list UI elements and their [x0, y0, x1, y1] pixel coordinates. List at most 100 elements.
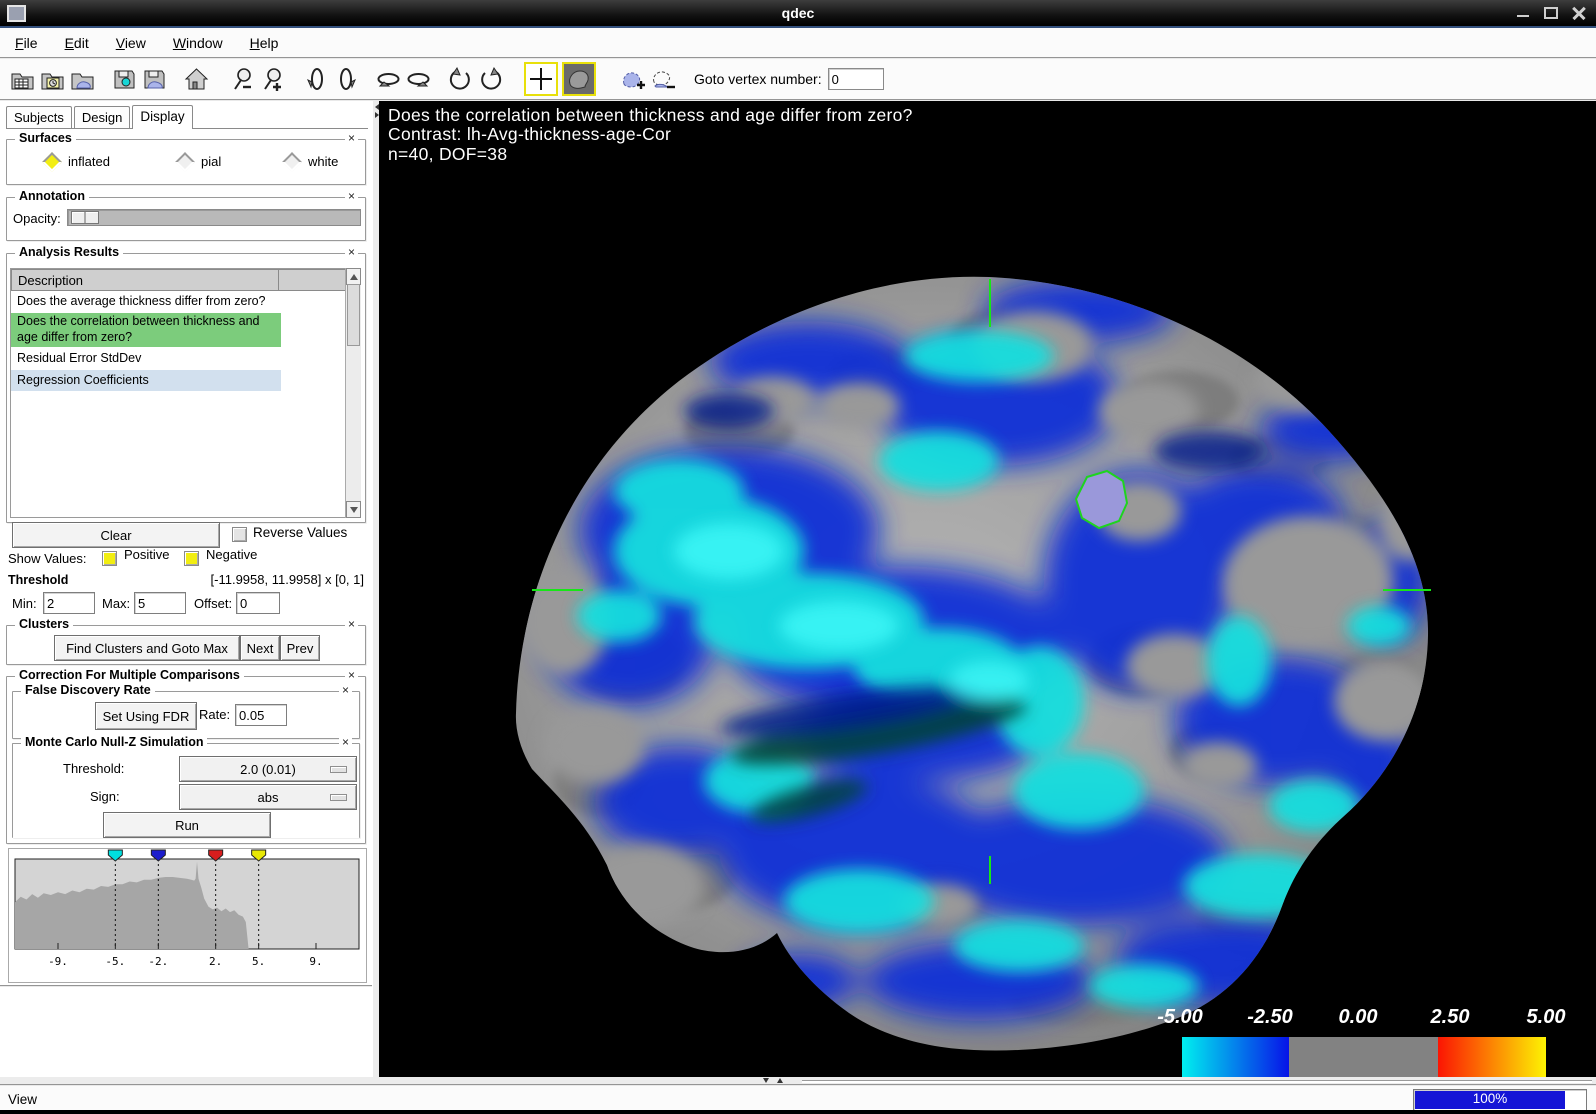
brain-render[interactable] — [379, 101, 1596, 1077]
open-label-icon[interactable] — [68, 65, 96, 93]
save-label-icon[interactable] — [140, 65, 168, 93]
window-title: qdec — [0, 5, 1596, 21]
zoom-in-icon[interactable] — [260, 65, 288, 93]
opacity-label: Opacity: — [13, 211, 61, 226]
positive-label[interactable]: Positive — [124, 547, 170, 562]
menu-help[interactable]: Help — [250, 35, 279, 51]
analysis-row[interactable]: Regression Coefficients — [11, 370, 281, 391]
menu-file[interactable]: File — [15, 35, 38, 51]
panel-divider — [0, 985, 372, 987]
offset-input[interactable] — [236, 592, 280, 614]
mc-threshold-dropdown[interactable]: 2.0 (0.01) — [179, 756, 357, 782]
next-button[interactable]: Next — [240, 635, 280, 661]
close-group-icon[interactable] — [345, 245, 358, 259]
add-selection-icon[interactable] — [618, 65, 646, 93]
surface-option-white[interactable]: white — [308, 154, 338, 169]
surfaces-group: Surfaces inflated pial white — [6, 139, 366, 185]
close-group-icon[interactable] — [345, 131, 358, 145]
rate-input[interactable] — [235, 704, 287, 726]
colorbar-label: 2.50 — [1431, 1006, 1470, 1029]
menu-edit[interactable]: Edit — [65, 35, 89, 51]
run-button[interactable]: Run — [103, 812, 271, 838]
offset-label: Offset: — [194, 596, 232, 611]
threshold-range: [-11.9958, 11.9958] x [0, 1] — [211, 572, 364, 587]
maximize-icon[interactable] — [1544, 7, 1558, 19]
min-input[interactable] — [43, 592, 95, 614]
goto-vertex-input[interactable] — [828, 68, 884, 90]
scroll-thumb[interactable] — [347, 284, 360, 346]
analysis-row[interactable]: Does the average thickness differ from z… — [11, 291, 281, 312]
negative-checkbox[interactable] — [184, 551, 199, 566]
minimize-icon[interactable] — [1516, 7, 1530, 19]
radio-inflated-icon[interactable] — [42, 152, 62, 172]
set-using-fdr-button[interactable]: Set Using FDR — [95, 702, 197, 730]
roll-cw-icon[interactable] — [476, 65, 504, 93]
menu-view[interactable]: View — [116, 35, 146, 51]
reverse-values-label[interactable]: Reverse Values — [253, 525, 347, 540]
scroll-down-icon[interactable] — [346, 501, 361, 518]
analysis-results-group: Analysis Results Description Does the av… — [6, 253, 366, 523]
analysis-row[interactable]: Does the correlation between thickness a… — [11, 313, 281, 347]
overlay-contrast: Contrast: lh-Avg-thickness-age-Cor — [388, 125, 913, 144]
save-project-icon[interactable] — [110, 65, 138, 93]
rotate-down-icon[interactable] — [332, 65, 360, 93]
analysis-scrollbar[interactable] — [345, 268, 361, 518]
colorbar-label: 5.00 — [1527, 1006, 1566, 1029]
roll-ccw-icon[interactable] — [446, 65, 474, 93]
menu-window[interactable]: Window — [173, 35, 223, 51]
surface-view[interactable]: Does the correlation between thickness a… — [379, 101, 1596, 1077]
qdec-window: qdec File Edit View Window Help — [0, 0, 1596, 1114]
surface-paint-tool-icon[interactable] — [562, 62, 596, 96]
tab-design[interactable]: Design — [74, 106, 130, 128]
clear-button[interactable]: Clear — [12, 522, 220, 548]
svg-text:-2.: -2. — [148, 955, 168, 968]
colorbar-negative-segment — [1182, 1037, 1289, 1077]
close-group-icon[interactable] — [339, 683, 352, 697]
tab-subjects[interactable]: Subjects — [6, 106, 72, 128]
close-icon[interactable] — [1572, 7, 1586, 19]
crosshair-tool-icon[interactable] — [524, 62, 558, 96]
menu-bar: File Edit View Window Help — [0, 28, 1596, 59]
reverse-values-checkbox[interactable] — [232, 527, 247, 542]
analysis-header[interactable]: Description — [11, 269, 283, 291]
find-clusters-button[interactable]: Find Clusters and Goto Max — [54, 635, 240, 661]
zoom-out-icon[interactable] — [230, 65, 258, 93]
surface-option-inflated[interactable]: inflated — [68, 154, 150, 169]
collapse-right-icon[interactable] — [375, 112, 379, 118]
panel-tabs: Subjects Design Display — [6, 103, 368, 129]
home-icon[interactable] — [182, 65, 210, 93]
prev-button[interactable]: Prev — [280, 635, 320, 661]
histogram-panel[interactable]: -9.-5.-2.2.5.9. — [8, 848, 367, 983]
analysis-header-col2[interactable] — [278, 269, 349, 291]
collapse-down-icon[interactable] — [763, 1078, 769, 1083]
histogram-chart[interactable]: -9.-5.-2.2.5.9. — [9, 849, 364, 980]
mc-sign-dropdown[interactable]: abs — [179, 784, 357, 810]
collapse-left-icon[interactable] — [375, 104, 379, 110]
close-group-icon[interactable] — [339, 735, 352, 749]
correction-group-title: Correction For Multiple Comparisons — [15, 668, 244, 682]
view-sash[interactable] — [0, 1077, 1596, 1084]
open-project-icon[interactable] — [38, 65, 66, 93]
open-data-table-icon[interactable] — [8, 65, 36, 93]
close-group-icon[interactable] — [345, 189, 358, 203]
analysis-row[interactable]: Residual Error StdDev — [11, 348, 281, 369]
radio-white-icon[interactable] — [282, 152, 302, 172]
rotate-up-icon[interactable] — [302, 65, 330, 93]
status-bar: View 100% — [0, 1084, 1596, 1112]
rotate-left-icon[interactable] — [374, 65, 402, 93]
tab-display[interactable]: Display — [132, 105, 192, 129]
positive-checkbox[interactable] — [102, 551, 117, 566]
collapse-up-icon[interactable] — [777, 1078, 783, 1083]
scroll-up-icon[interactable] — [346, 268, 361, 285]
surface-option-pial[interactable]: pial — [201, 154, 253, 169]
opacity-slider-handle[interactable] — [71, 211, 99, 224]
close-group-icon[interactable] — [345, 617, 358, 631]
max-input[interactable] — [134, 592, 186, 614]
fdr-group-title: False Discovery Rate — [21, 683, 155, 697]
close-group-icon[interactable] — [345, 668, 358, 682]
remove-selection-icon[interactable] — [648, 65, 676, 93]
radio-pial-icon[interactable] — [175, 152, 195, 172]
rotate-right-icon[interactable] — [404, 65, 432, 93]
negative-label[interactable]: Negative — [206, 547, 257, 562]
opacity-slider[interactable] — [67, 209, 361, 226]
